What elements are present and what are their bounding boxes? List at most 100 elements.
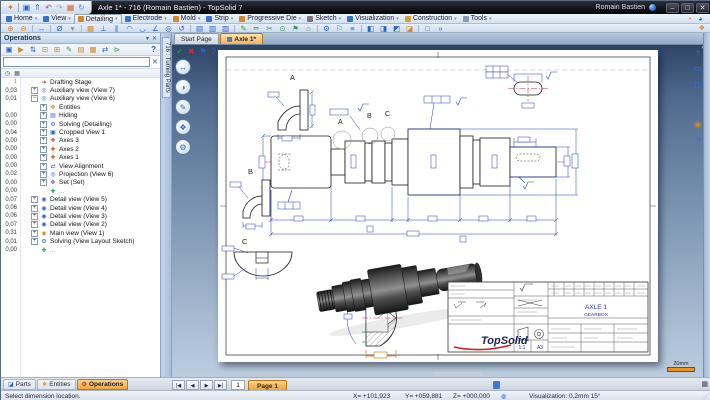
restore-button[interactable]: □ — [681, 3, 694, 13]
pattern-tool[interactable]: ❖ — [175, 119, 191, 135]
visualization-setting[interactable]: Visualization: 0,2mm 15° — [529, 393, 601, 400]
move-icon[interactable]: + — [695, 47, 700, 57]
close-button[interactable]: ✕ — [696, 3, 709, 13]
tree-item[interactable]: 0,31+◉Main view (View 1) — [1, 229, 160, 237]
expand-icon[interactable]: + — [40, 154, 47, 161]
view-grid-icon[interactable]: ▦ — [65, 1, 76, 14]
tree-item[interactable]: 0,00+▤Hiding — [1, 112, 160, 120]
chevron-down-icon[interactable]: ▾ — [299, 16, 302, 22]
tree-item[interactable]: 0,01−◎Auxiliary view (View 6) — [1, 95, 160, 103]
toolbar-icon-33[interactable]: ◨ — [377, 24, 390, 33]
chevron-down-icon[interactable]: ▾ — [339, 16, 342, 22]
canvas-scroll-thumb[interactable] — [434, 372, 482, 376]
tree-item[interactable]: 0,00✚... — [1, 246, 160, 254]
toolbar-icon-14[interactable]: ◎ — [162, 24, 175, 33]
ribbon-tab-progressive-die[interactable]: Progressive Die▾ — [236, 14, 304, 24]
toolbar-icon-9[interactable]: ⊥ — [97, 24, 110, 33]
document-tab-axle-1-[interactable]: ▤Axle 1* — [220, 33, 263, 44]
toolbar-icon-17[interactable]: ▤ — [193, 24, 206, 33]
list-icon[interactable]: ▤ — [75, 45, 87, 54]
next-page-button[interactable]: ▶ — [200, 380, 213, 390]
help-option-icon[interactable]: ? — [212, 47, 216, 56]
expand-icon[interactable]: + — [40, 112, 47, 119]
expand-icon[interactable]: + — [31, 221, 38, 228]
search-clear-icon[interactable]: ✕ — [152, 58, 158, 66]
page-tab-1[interactable]: Page 1 — [248, 380, 287, 391]
collapse-icon[interactable]: − — [31, 95, 38, 102]
side-tab-716-turning-parts[interactable]: 716 : Turning Parts — [162, 37, 171, 98]
tree-item[interactable]: 0,00+✚Axes 3 — [1, 137, 160, 145]
tree-item[interactable]: +❖Entities — [1, 103, 160, 111]
toolbar-icon-29[interactable]: ⚐ — [333, 24, 346, 33]
app-icon[interactable]: ✦ — [5, 1, 16, 14]
toolbar-icon-28[interactable]: ⚙ — [320, 24, 333, 33]
tree-item[interactable]: 0,00+❖Set (Set) — [1, 179, 160, 187]
panel-close-icon[interactable]: ✕ — [152, 35, 157, 42]
detail-view-b[interactable]: B — [230, 167, 270, 229]
save-icon[interactable]: ▣ — [21, 1, 32, 14]
toolbar-icon-19[interactable]: ▧ — [219, 24, 232, 33]
drawing-sheet[interactable]: A B C — [218, 50, 658, 362]
toolbar-icon-13[interactable]: ∠ — [149, 24, 162, 33]
horizontal-scroll-thumb[interactable] — [493, 381, 500, 389]
toolbar-icon-25[interactable]: ⚑ — [289, 24, 302, 33]
panel-pin-icon[interactable]: ▾ — [146, 35, 149, 42]
ribbon-tab-strip[interactable]: Strip▾ — [203, 14, 236, 24]
sort-icon[interactable]: ⇅ — [27, 45, 39, 54]
detail-view-a[interactable]: A — [268, 73, 315, 141]
toolbar-icon-11[interactable]: ◠ — [123, 24, 136, 33]
toolbar-icon-0[interactable]: ⊕ — [4, 24, 17, 33]
page-grid-icon[interactable]: ▦ — [701, 380, 708, 388]
drawing-canvas[interactable]: ✔✖⚑? ↔◑✎❖⚙ — [172, 45, 710, 377]
chevron-down-icon[interactable]: ▾ — [489, 16, 492, 22]
play-icon[interactable]: ▶ — [15, 45, 27, 54]
state-column-icon[interactable]: ▦ — [14, 70, 20, 77]
toolbar-options-icon[interactable]: ❖ — [699, 24, 705, 33]
tree-item[interactable]: 0,01+⚙Solving (View Layout Sketch) — [1, 237, 160, 245]
operations-help-icon[interactable]: ? — [151, 45, 158, 54]
expand-icon[interactable]: + — [40, 129, 47, 136]
expand-icon[interactable]: + — [31, 238, 38, 245]
edit-icon[interactable]: ✎ — [63, 45, 75, 54]
expand-all-icon[interactable]: ⊞ — [51, 45, 63, 54]
panel-tab-parts[interactable]: ◪Parts — [3, 379, 36, 390]
tree-item[interactable]: 0,03+◎Auxiliary view (View 7) — [1, 86, 160, 94]
tree-item[interactable]: 0,06+◉Detail view (View 3) — [1, 212, 160, 220]
toolbar-icon-6[interactable]: ▾ — [66, 24, 79, 33]
toolbar-icon-18[interactable]: ▥ — [206, 24, 219, 33]
toolbar-icon-10[interactable]: ∥ — [110, 24, 123, 33]
tree-item[interactable]: 0,06+◉Detail view (View 4) — [1, 204, 160, 212]
ribbon-tab-visualization[interactable]: Visualization▾ — [344, 14, 402, 24]
settings-tool[interactable]: ⚙ — [175, 139, 191, 155]
render-style-icon[interactable]: ◉ — [694, 119, 702, 130]
redo-icon[interactable]: ↷ — [54, 1, 65, 14]
expand-icon[interactable]: + — [40, 121, 47, 128]
ribbon-tab-detailing[interactable]: Detailing▾ — [74, 14, 122, 24]
chevron-down-icon[interactable]: ▾ — [164, 16, 167, 22]
operations-search-input[interactable] — [3, 57, 150, 67]
last-page-button[interactable]: ▶| — [214, 380, 227, 390]
expand-icon[interactable]: + — [40, 171, 47, 178]
panel-tab-entities[interactable]: ❖Entities — [37, 379, 76, 390]
toolbar-icon-24[interactable]: ⊙ — [276, 24, 289, 33]
toolbar-icon-23[interactable]: ✂ — [263, 24, 276, 33]
minimize-button[interactable]: – — [666, 3, 679, 13]
zoom-window-icon[interactable]: ⊡ — [694, 80, 702, 91]
expand-icon[interactable]: + — [40, 163, 47, 170]
ribbon-tab-electrode[interactable]: Electrode▾ — [122, 14, 170, 24]
resize-grip[interactable]: ⋰ — [703, 393, 709, 400]
connection-orb-icon[interactable] — [649, 4, 656, 11]
toolbar-icon-3[interactable]: ↔ — [35, 24, 48, 33]
expand-icon[interactable]: + — [31, 205, 38, 212]
section-tool[interactable]: ◑ — [175, 79, 191, 95]
toolbar-icon-34[interactable]: ◩ — [390, 24, 403, 33]
filter-icon[interactable]: ▣ — [3, 45, 15, 54]
chevron-down-icon[interactable]: ▾ — [198, 16, 201, 22]
toolbar-icon-32[interactable]: ◧ — [364, 24, 377, 33]
zoom-icon[interactable]: Ϙ — [694, 97, 701, 113]
cancel-icon[interactable]: ✖ — [188, 47, 195, 56]
tree-item[interactable]: 0,00+✚Axes 1 — [1, 154, 160, 162]
toolbar-icon-8[interactable]: ▦ — [84, 24, 97, 33]
next-icon[interactable]: ⊳ — [111, 45, 123, 54]
ribbon-tab-sketch[interactable]: Sketch▾ — [304, 14, 344, 24]
